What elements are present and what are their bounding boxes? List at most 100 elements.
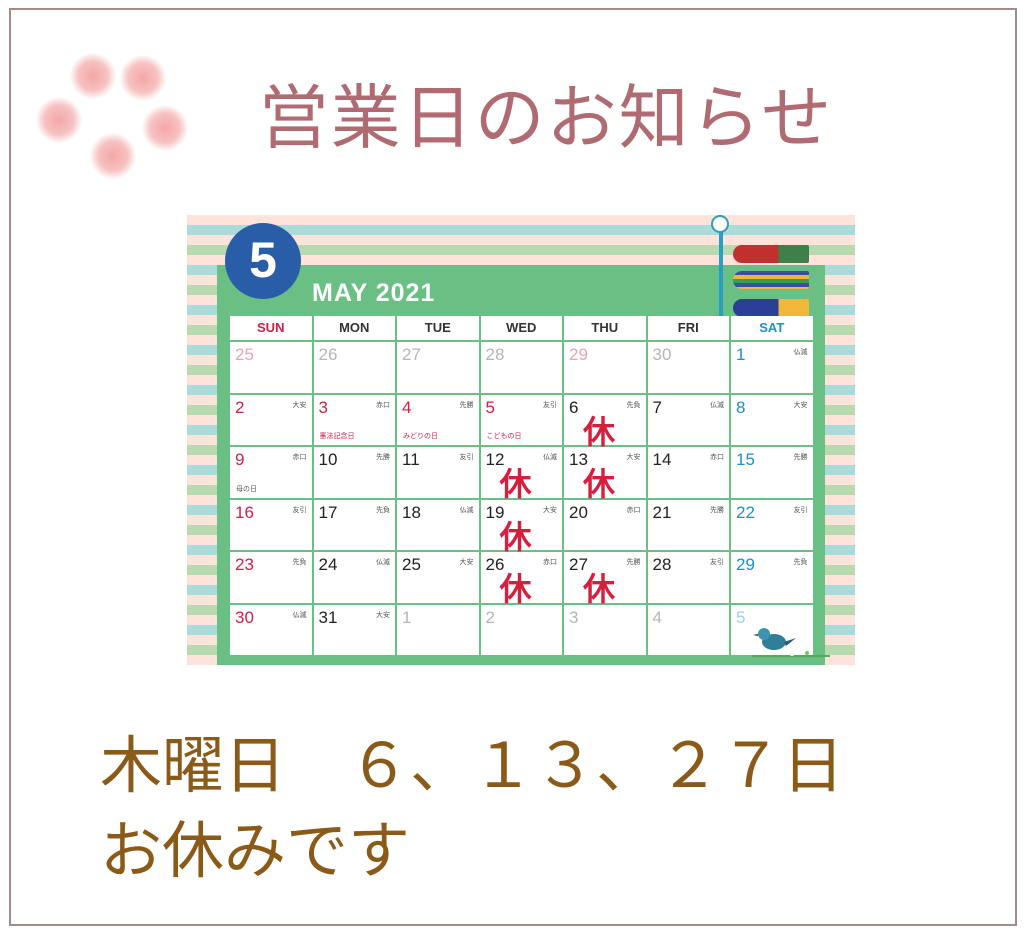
closed-days-notice: 木曜日 ６、１３、２７日 xyxy=(100,729,845,802)
calendar-day-cell: 6 先負休 xyxy=(564,394,646,451)
rokuyo-label: 友引 xyxy=(292,505,307,514)
calendar-day-cell: 11 友引 xyxy=(397,447,479,498)
day-number: 8 xyxy=(736,397,746,417)
calendar-day-cell: 10 先勝 xyxy=(313,447,395,498)
closed-day-mark: 休 xyxy=(583,412,616,451)
day-number: 1 xyxy=(736,345,746,364)
closed-day-mark: 休 xyxy=(583,570,616,608)
day-number: 17 xyxy=(318,502,338,522)
day-number: 2 xyxy=(235,397,245,417)
weekday-header: FRI xyxy=(647,316,729,340)
rokuyo-label: 大安 xyxy=(626,453,641,461)
calendar-day-cell: 29 先負 xyxy=(731,552,813,603)
rokuyo-label: 先負 xyxy=(376,505,390,514)
month-number-badge: 5 xyxy=(225,223,301,299)
calendar-day-cell: 4 xyxy=(647,604,729,655)
calendar-day-cell: 9 赤口 母の日 xyxy=(230,447,312,498)
calendar-day-cell: 15 先勝 xyxy=(731,447,813,498)
calendar-day-cell: 28 友引 xyxy=(647,552,729,603)
calendar: 5 MAY 2021 SUN MON TUE WED THU FRI SAT 25 26 27 28… xyxy=(187,215,855,665)
calendar-grid: SUN MON TUE WED THU FRI SAT 25 26 27 28 29 30 1 仏滅 2 大安 3… xyxy=(230,316,814,655)
rokuyo-label: 友引 xyxy=(710,558,724,566)
rokuyo-label: 仏滅 xyxy=(710,400,724,409)
weekday-header: SUN xyxy=(230,316,312,340)
calendar-day-cell: 8 大安 xyxy=(731,394,813,445)
calendar-day-cell: 26 xyxy=(313,342,395,393)
rokuyo-label: 先負 xyxy=(292,558,307,566)
weekday-header: SAT xyxy=(731,316,813,340)
day-number: 3 xyxy=(318,397,328,417)
calendar-day-cell: 27 先勝休 xyxy=(564,552,646,608)
calendar-day-cell: 2 大安 xyxy=(230,394,312,445)
day-number: 2 xyxy=(485,607,495,627)
holiday-label: 母の日 xyxy=(236,484,257,493)
calendar-day-cell: 1 xyxy=(397,604,479,655)
day-number: 11 xyxy=(402,450,420,469)
rokuyo-label: 赤口 xyxy=(710,453,724,461)
day-number: 1 xyxy=(402,607,412,627)
day-number: 16 xyxy=(235,502,254,522)
day-number: 25 xyxy=(402,555,421,574)
pole-top-icon xyxy=(711,215,729,233)
rokuyo-label: 赤口 xyxy=(376,400,390,409)
rokuyo-label: 仏滅 xyxy=(292,610,307,619)
weekday-header: THU xyxy=(564,316,646,340)
calendar-day-cell: 18 仏滅 xyxy=(397,499,479,550)
calendar-day-cell: 24 仏滅 xyxy=(313,552,395,603)
day-number: 22 xyxy=(736,502,755,522)
day-number: 18 xyxy=(402,502,421,522)
month-label: MAY 2021 xyxy=(312,279,436,307)
rokuyo-label: 赤口 xyxy=(626,505,641,514)
day-number: 7 xyxy=(652,397,662,417)
holiday-label: こどもの日 xyxy=(486,432,522,440)
day-number: 6 xyxy=(569,397,579,417)
rokuyo-label: 赤口 xyxy=(292,453,307,461)
bird-icon xyxy=(752,628,830,657)
calendar-day-cell: 17 先負 xyxy=(313,499,395,550)
page-title: 営業日のお知らせ xyxy=(258,77,834,159)
rokuyo-label: 仏滅 xyxy=(793,348,808,356)
calendar-day-cell: 20 赤口 xyxy=(564,499,646,550)
day-number: 26 xyxy=(318,345,338,364)
calendar-day-cell: 3 赤口 憲法記念日 xyxy=(313,394,395,445)
rokuyo-label: 先勝 xyxy=(793,453,808,461)
day-number: 25 xyxy=(235,345,254,364)
calendar-day-cell: 3 xyxy=(564,604,646,655)
rokuyo-label: 先勝 xyxy=(626,558,641,566)
day-number: 30 xyxy=(235,607,254,627)
calendar-day-cell: 22 友引 xyxy=(731,499,813,550)
rokuyo-label: 先勝 xyxy=(710,505,724,514)
calendar-day-cell: 14 赤口 xyxy=(647,447,729,498)
day-number: 28 xyxy=(485,345,505,364)
calendar-day-cell: 5 友引 こどもの日 xyxy=(480,394,562,445)
weekday-header: TUE xyxy=(397,316,479,340)
day-number: 4 xyxy=(652,607,662,627)
day-number: 31 xyxy=(318,607,338,627)
rokuyo-label: 友引 xyxy=(459,453,474,461)
rokuyo-label: 大安 xyxy=(292,400,307,409)
calendar-day-cell: 30 xyxy=(647,342,729,393)
calendar-day-cell: 25 大安 xyxy=(397,552,479,603)
rokuyo-label: 先勝 xyxy=(376,453,390,461)
day-number: 20 xyxy=(569,502,588,522)
koinobori-icon xyxy=(733,299,809,317)
calendar-day-cell: 13 大安休 xyxy=(564,447,646,503)
rokuyo-label: 仏滅 xyxy=(376,558,390,566)
calendar-day-cell: 29 xyxy=(564,342,646,393)
closed-day-mark: 休 xyxy=(499,570,532,608)
calendar-day-cell: 4 先勝 みどりの日 xyxy=(397,394,479,445)
day-number: 24 xyxy=(318,555,338,574)
day-number: 10 xyxy=(318,450,338,469)
koinobori-icon xyxy=(733,245,809,263)
weekday-header: WED xyxy=(480,316,562,340)
holiday-label: みどりの日 xyxy=(403,432,438,440)
closed-day-mark: 休 xyxy=(499,465,532,503)
day-number: 3 xyxy=(569,607,579,627)
day-number: 14 xyxy=(652,450,672,469)
day-number: 5 xyxy=(736,607,746,627)
weekday-header: MON xyxy=(313,316,395,340)
calendar-day-cell: 30 仏滅 xyxy=(230,604,312,655)
calendar-day-cell: 19 大安休 xyxy=(480,499,562,556)
calendar-day-cell: 23 先負 xyxy=(230,552,312,603)
rokuyo-label: 友引 xyxy=(543,400,557,409)
